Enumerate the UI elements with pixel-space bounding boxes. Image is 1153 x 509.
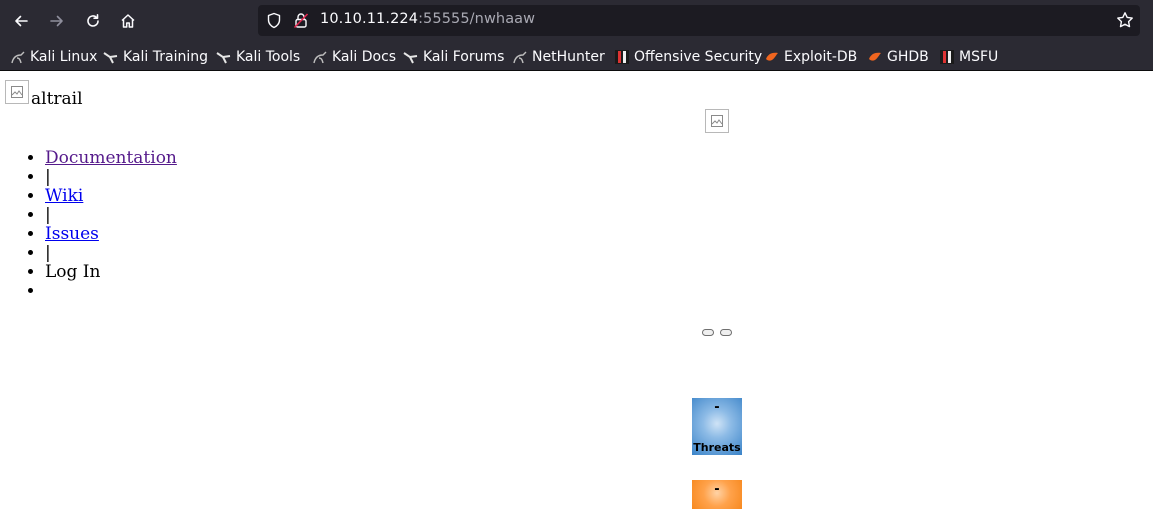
events-value: - xyxy=(714,482,720,497)
reload-button[interactable] xyxy=(77,5,109,37)
back-button[interactable] xyxy=(5,5,37,37)
menu-separator: | xyxy=(45,168,177,187)
bookmark-kali-forums[interactable]: Kali Forums xyxy=(403,47,504,67)
reload-icon xyxy=(87,14,99,27)
bookmark-label: NetHunter xyxy=(532,49,605,65)
bookmark-label: Kali Training xyxy=(123,49,208,65)
bookmarks-toolbar: Kali Linux Kali Training Kali Tools Kali… xyxy=(0,42,1153,71)
url-host: 10.10.11.224 xyxy=(320,11,419,27)
top-menu: Documentation | Wiki | Issues | Log In xyxy=(0,149,177,301)
bookmark-label: Offensive Security xyxy=(634,49,763,65)
home-icon xyxy=(121,14,135,28)
documentation-link[interactable]: Documentation xyxy=(45,148,177,168)
broken-image-icon xyxy=(711,115,723,127)
menu-separator: | xyxy=(45,206,177,225)
url-text[interactable]: 10.10.11.224:55555/nwhaaw xyxy=(320,11,535,27)
insecure-lock-icon[interactable] xyxy=(293,12,309,33)
bookmark-kali-linux[interactable]: Kali Linux xyxy=(10,47,97,67)
kali-forums-icon xyxy=(403,49,419,65)
bookmark-label: Kali Docs xyxy=(332,49,397,65)
bookmark-nethunter[interactable]: NetHunter xyxy=(512,47,605,67)
bookmark-label: GHDB xyxy=(887,49,929,65)
bookmark-kali-docs[interactable]: Kali Docs xyxy=(312,47,396,67)
home-button[interactable] xyxy=(112,5,144,37)
kali-docs-icon xyxy=(312,49,328,65)
menu-item-empty xyxy=(45,282,177,301)
issues-link[interactable]: Issues xyxy=(45,224,99,244)
broken-image-icon xyxy=(11,86,23,98)
menu-separator: | xyxy=(45,244,177,263)
bookmark-label: Kali Tools xyxy=(236,49,301,65)
forward-button[interactable] xyxy=(41,5,73,37)
exploit-db-icon xyxy=(764,49,780,65)
kali-tools-icon xyxy=(216,49,232,65)
bookmark-kali-tools[interactable]: Kali Tools xyxy=(216,47,300,67)
toggle-button-1[interactable] xyxy=(702,329,714,336)
bookmark-label: Kali Linux xyxy=(30,49,98,65)
bookmark-ghdb[interactable]: GHDB xyxy=(867,47,929,67)
bookmark-star-icon[interactable] xyxy=(1116,11,1134,33)
wiki-link[interactable]: Wiki xyxy=(45,186,83,206)
broken-header-image xyxy=(705,109,729,133)
events-stat-box[interactable]: - xyxy=(692,480,742,509)
browser-toolbar: 10.10.11.224:55555/nwhaaw xyxy=(0,0,1153,42)
msfu-icon xyxy=(939,49,955,65)
toggle-button-2[interactable] xyxy=(720,329,732,336)
arrow-left-icon xyxy=(15,15,28,27)
kali-training-icon xyxy=(103,49,119,65)
kali-dragon-icon xyxy=(10,49,26,65)
offsec-icon xyxy=(614,49,630,65)
bookmark-label: MSFU xyxy=(959,49,999,65)
bookmark-label: Kali Forums xyxy=(423,49,505,65)
logo-text: altrail xyxy=(31,89,83,109)
bookmark-exploit-db[interactable]: Exploit-DB xyxy=(764,47,857,67)
bookmark-label: Exploit-DB xyxy=(784,49,858,65)
threats-value: - xyxy=(714,400,720,415)
threats-label: Threats xyxy=(693,441,741,454)
url-path: :55555/nwhaaw xyxy=(418,11,536,27)
threats-stat-box[interactable]: - Threats xyxy=(692,398,742,455)
menu-item-issues: Issues xyxy=(45,225,177,244)
bookmark-offensive-security[interactable]: Offensive Security xyxy=(614,47,762,67)
page-content: altrail Documentation | Wiki | Issues | … xyxy=(0,72,1153,509)
arrow-right-icon xyxy=(50,15,63,27)
menu-item-documentation: Documentation xyxy=(45,149,177,168)
bookmark-msfu[interactable]: MSFU xyxy=(939,47,998,67)
bookmark-kali-training[interactable]: Kali Training xyxy=(103,47,208,67)
url-bar[interactable]: 10.10.11.224:55555/nwhaaw xyxy=(258,5,1140,36)
menu-item-login[interactable]: Log In xyxy=(45,263,177,282)
broken-logo-image xyxy=(5,80,29,104)
shield-icon[interactable] xyxy=(266,12,282,33)
menu-item-wiki: Wiki xyxy=(45,187,177,206)
nethunter-icon xyxy=(512,49,528,65)
ghdb-icon xyxy=(867,49,883,65)
